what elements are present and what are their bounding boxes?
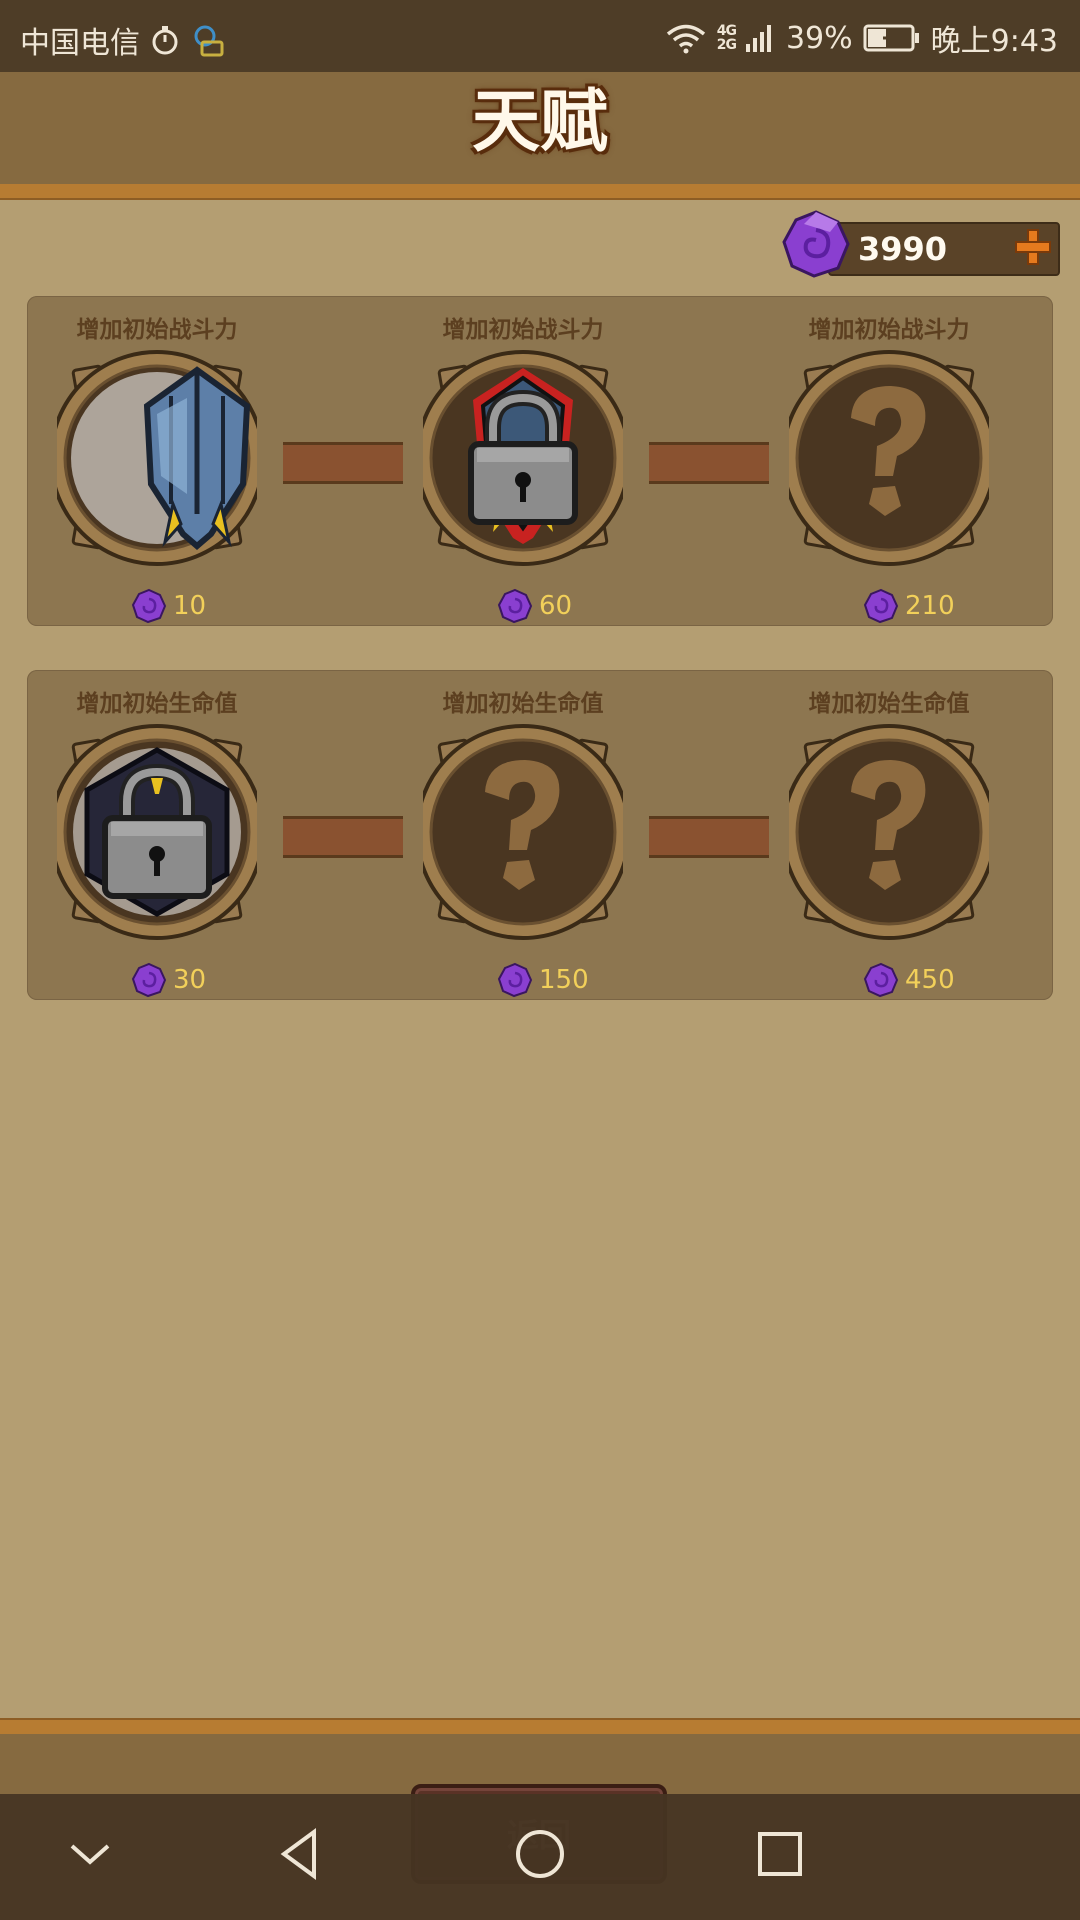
network-type-indicator: 4G 2G — [716, 23, 737, 53]
purple-gem-icon — [863, 962, 899, 998]
talent-connector — [649, 442, 769, 484]
lock-icon — [468, 389, 578, 525]
talent-label: 增加初始战斗力 — [76, 317, 238, 343]
talent-connector — [283, 816, 403, 858]
chevron-down-icon[interactable] — [60, 1824, 120, 1884]
signal-bars-icon — [745, 25, 771, 52]
back-triangle-icon[interactable] — [270, 1824, 330, 1884]
purple-gem-icon — [131, 962, 167, 998]
plus-icon[interactable] — [1012, 226, 1054, 268]
talent-cost: 210 — [863, 586, 955, 626]
talent-connector — [649, 816, 769, 858]
talent-frame — [789, 350, 989, 566]
talent-connector — [283, 442, 403, 484]
purple-gem-icon — [782, 210, 850, 278]
talent-label: 增加初始生命值 — [76, 691, 238, 717]
lock-icon — [102, 763, 212, 899]
talent-label: 增加初始战斗力 — [442, 317, 604, 343]
talent-cost: 450 — [863, 960, 955, 1000]
talent-panel-attack: 增加初始战斗力 10 增加初始战斗力 60 增加初始战斗力 210 — [27, 296, 1053, 626]
talent-label: 增加初始战斗力 — [808, 317, 970, 343]
talent-cost: 150 — [497, 960, 589, 1000]
purple-gem-icon — [497, 588, 533, 624]
talent-frame — [423, 724, 623, 940]
purple-gem-icon — [131, 588, 167, 624]
home-circle-icon[interactable] — [510, 1824, 570, 1884]
header-divider — [0, 184, 1080, 200]
chat-app-icon — [194, 25, 224, 57]
carrier-name: 中国电信 — [20, 26, 140, 61]
talent-cost: 10 — [131, 586, 206, 626]
talent-label: 增加初始生命值 — [808, 691, 970, 717]
recent-apps-square-icon[interactable] — [750, 1824, 810, 1884]
talent-frame — [789, 724, 989, 940]
battery-percent: 39% — [785, 20, 853, 56]
battery-charging-icon — [863, 24, 919, 52]
talent-cost: 60 — [497, 586, 572, 626]
page-title: 天赋 — [471, 83, 608, 162]
system-navigation-bar — [0, 1794, 1080, 1920]
talent-label: 增加初始生命值 — [442, 691, 604, 717]
currency-display: 3990 — [780, 208, 1060, 278]
purple-gem-icon — [863, 588, 899, 624]
shield-icon — [143, 366, 251, 550]
talent-panel-health: 增加初始生命值 30 增加初始生命值 150 增加初始生命值 450 — [27, 670, 1053, 1000]
clock: 晚上9:43 — [930, 24, 1058, 59]
talent-cost: 30 — [131, 960, 206, 1000]
footer-divider — [0, 1718, 1080, 1734]
status-bar: 中国电信 4G 2G 39% 晚上9:43 — [0, 0, 1080, 72]
wifi-icon — [666, 24, 705, 54]
purple-gem-icon — [497, 962, 533, 998]
currency-amount: 3990 — [858, 230, 948, 268]
stopwatch-icon — [152, 26, 178, 55]
